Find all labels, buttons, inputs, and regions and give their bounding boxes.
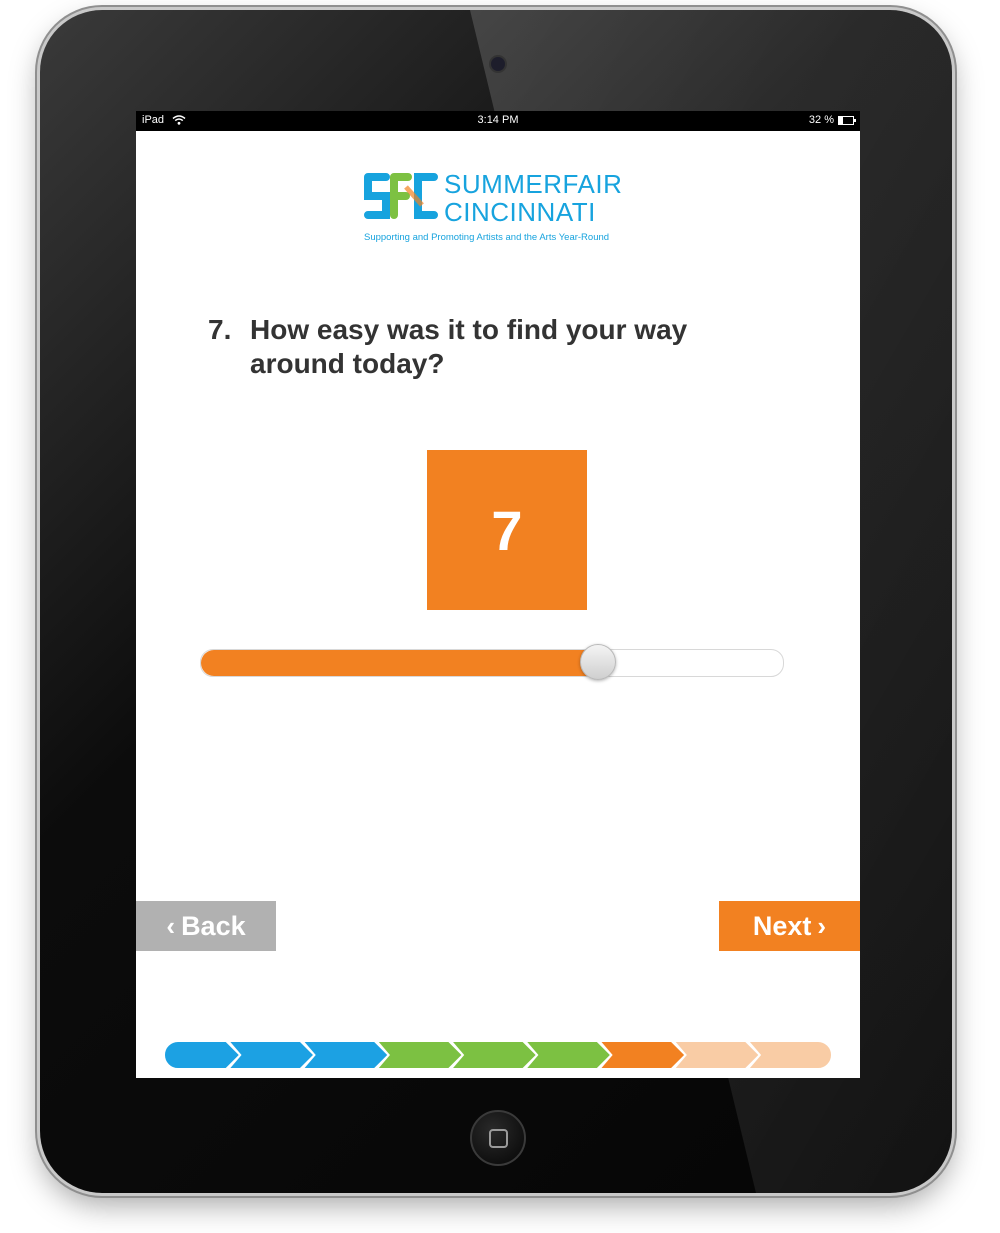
rating-value-display: 7 [427,450,587,610]
next-button[interactable]: Next › [719,901,860,951]
slider-fill [201,650,597,676]
progress-step-6 [523,1041,613,1069]
logo-text-cincinnati: CINCINNATI [444,197,596,227]
home-square-icon [488,1128,508,1148]
question-heading: 7. How easy was it to find your way arou… [208,313,768,381]
survey-progress-bar [164,1041,832,1069]
slider-thumb[interactable] [579,644,616,680]
status-right: 32 % [808,114,856,126]
progress-step-7 [598,1041,687,1069]
sfc-logo-mark-icon [364,173,438,219]
logo-tagline: Supporting and Promoting Artists and the… [364,232,610,243]
ipad-frame: iPad 3:14 PM 32 % SUMMERFAIR CINCINNATI … [40,10,952,1193]
question-number: 7. [208,314,232,345]
front-camera [489,55,507,73]
status-bar: iPad 3:14 PM 32 % [136,111,860,131]
chevron-right-icon: › [817,910,827,941]
chevron-left-icon: ‹ [166,910,176,941]
question-text: How easy was it to find your way around … [250,314,688,379]
app-screen: iPad 3:14 PM 32 % SUMMERFAIR CINCINNATI … [136,111,860,1078]
progress-step-2 [226,1041,316,1069]
progress-step-1 [164,1041,242,1069]
logo-text-summerfair: SUMMERFAIR [444,169,623,199]
progress-step-8 [672,1041,762,1069]
progress-step-5 [449,1041,539,1069]
back-button-label: Back [181,910,246,941]
summerfair-logo: SUMMERFAIR CINCINNATI Supporting and Pro… [364,169,636,247]
back-button[interactable]: ‹ Back [136,901,276,951]
progress-step-4 [375,1041,465,1069]
progress-step-9 [746,1041,832,1069]
battery-percent: 32 % [808,114,834,126]
progress-step-3 [301,1041,391,1069]
next-button-label: Next [752,910,812,941]
battery-icon [838,115,856,125]
status-time: 3:14 PM [477,114,519,126]
rating-slider[interactable] [200,644,784,680]
home-button[interactable] [470,1110,526,1166]
